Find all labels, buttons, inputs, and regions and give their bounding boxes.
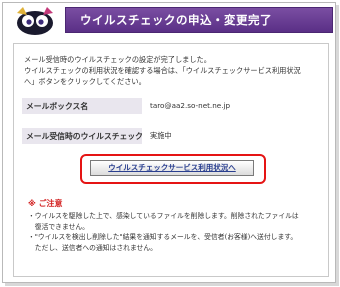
- viruscheck-row: メール受信時のウイルスチェック 実施中: [22, 128, 320, 144]
- viruscheck-status: 実施中: [150, 131, 172, 140]
- caution-notes: ・ウイルスを駆除した上で、感染しているファイルを削除します。削除されたファイルは…: [28, 211, 324, 253]
- title-bar: ウイルスチェックの申込・変更完了: [65, 7, 333, 33]
- mailbox-row: メールボックス名 taro@aa2.so-net.ne.jp: [22, 98, 320, 114]
- page-title: ウイルスチェックの申込・変更完了: [80, 13, 272, 27]
- intro-line-3: へ」ボタンをクリックしてください。: [24, 77, 146, 86]
- virus-check-status-button[interactable]: ウイルスチェックサービス利用状況へ: [90, 160, 254, 176]
- caution-title: ※ ご注意: [28, 199, 63, 208]
- header: ウイルスチェックの申込・変更完了: [3, 3, 335, 35]
- button-highlight: ウイルスチェックサービス利用状況へ: [80, 154, 266, 184]
- content-panel: メール受信時のウイルスチェックの設定が完了しました。 ウイルスチェックの利用状況…: [13, 43, 329, 277]
- caution-note: ・"ウイルスを検出し削除した"結果を通知するメールを、受信者(お客様)へ送付しま…: [28, 233, 298, 241]
- intro-line-2: ウイルスチェックの利用状況を確認する場合は、「ウイルスチェックサービス利用状況: [24, 66, 301, 75]
- so-net-mascot-logo: [17, 7, 53, 35]
- caution-note: ・ウイルスを駆除した上で、感染しているファイルを削除します。削除されたファイルは: [28, 212, 299, 220]
- mailbox-label: メールボックス名: [26, 102, 89, 111]
- caution-note: 復活できません。: [28, 222, 89, 231]
- mailbox-value: taro@aa2.so-net.ne.jp: [150, 101, 231, 110]
- intro-message: メール受信時のウイルスチェックの設定が完了しました。 ウイルスチェックの利用状況…: [24, 54, 322, 87]
- dialog-window: ウイルスチェックの申込・変更完了 メール受信時のウイルスチェックの設定が完了しま…: [2, 2, 336, 283]
- intro-line-1: メール受信時のウイルスチェックの設定が完了しました。: [24, 55, 211, 64]
- caution-note: ただし、送信者への通知はされません。: [28, 243, 157, 252]
- viruscheck-label: メール受信時のウイルスチェック: [26, 132, 143, 141]
